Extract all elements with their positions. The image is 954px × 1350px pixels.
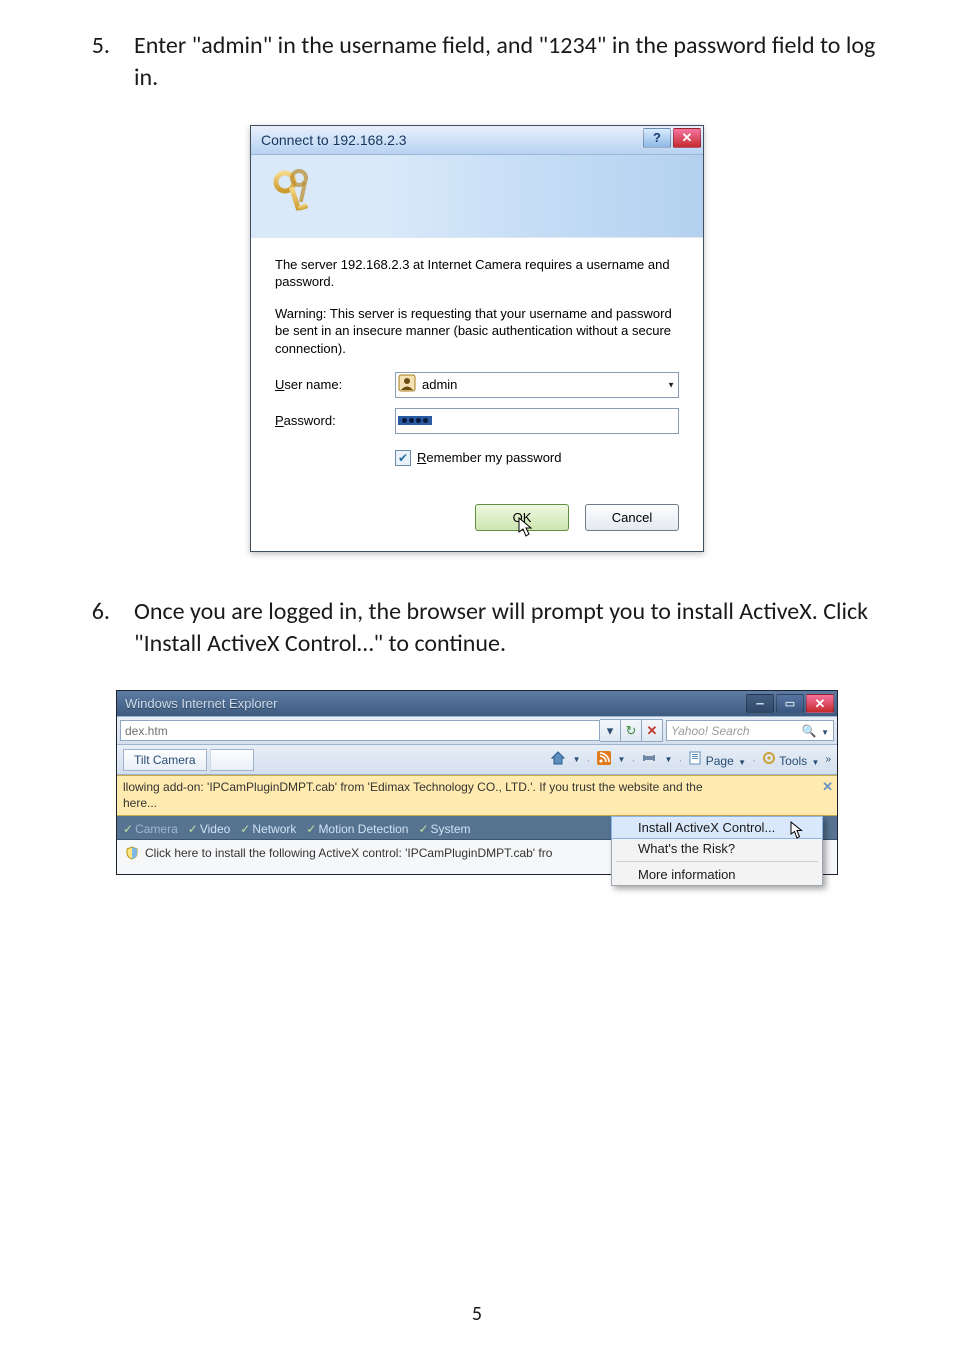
password-input[interactable] bbox=[395, 408, 679, 434]
new-tab-button[interactable] bbox=[210, 749, 254, 771]
step6-number: 6. bbox=[70, 596, 110, 661]
menu-more-information[interactable]: More information bbox=[612, 864, 822, 885]
refresh-button[interactable]: ↻ bbox=[621, 719, 642, 742]
infobar-line1: llowing add-on: 'IPCamPluginDMPT.cab' fr… bbox=[123, 780, 819, 796]
menu-separator bbox=[616, 861, 818, 862]
page-menu[interactable]: Page ▼ bbox=[688, 751, 746, 768]
cancel-button[interactable]: Cancel bbox=[585, 504, 679, 531]
step6-text: Once you are logged in, the browser will… bbox=[134, 596, 884, 661]
click-here-text: Click here to install the following Acti… bbox=[145, 846, 552, 860]
dialog-message-2: Warning: This server is requesting that … bbox=[275, 305, 679, 358]
search-placeholder: Yahoo! Search bbox=[671, 724, 750, 738]
credentials-dialog: Connect to 192.168.2.3 ? ✕ bbox=[250, 125, 704, 552]
toolbar-more[interactable]: » bbox=[825, 754, 831, 765]
close-button[interactable]: ✕ bbox=[673, 128, 701, 148]
ie-title: Windows Internet Explorer bbox=[125, 696, 277, 711]
shield-icon bbox=[125, 846, 139, 860]
infobar-close-icon[interactable]: ✕ bbox=[822, 779, 833, 796]
feeds-icon[interactable] bbox=[597, 751, 611, 768]
ok-button[interactable]: OK bbox=[475, 504, 569, 531]
maximize-button[interactable]: ▭ bbox=[776, 694, 804, 713]
ie-window: Windows Internet Explorer – ▭ ✕ dex.htm … bbox=[116, 690, 838, 875]
password-label: Password: bbox=[275, 413, 395, 428]
tab-motion-detection[interactable]: ✓Motion Detection bbox=[306, 822, 408, 836]
chevron-down-icon[interactable]: ▼ bbox=[821, 728, 829, 737]
step5-text: Enter "admin" in the username field, and… bbox=[134, 30, 884, 95]
dialog-title: Connect to 192.168.2.3 bbox=[261, 132, 407, 148]
print-icon[interactable] bbox=[641, 751, 657, 768]
chevron-down-icon[interactable]: ▼ bbox=[667, 380, 675, 389]
activex-info-bar[interactable]: llowing add-on: 'IPCamPluginDMPT.cab' fr… bbox=[117, 775, 837, 816]
keys-icon bbox=[265, 166, 321, 225]
remember-checkbox[interactable]: ✔ bbox=[395, 450, 411, 466]
menu-whats-the-risk[interactable]: What's the Risk? bbox=[612, 838, 822, 859]
gear-icon bbox=[762, 754, 779, 768]
remember-label: Remember my password bbox=[417, 450, 562, 465]
stop-button[interactable]: ✕ bbox=[642, 719, 663, 742]
infobar-line2: here... bbox=[123, 796, 819, 812]
username-label: User name: bbox=[275, 377, 395, 392]
address-bar[interactable]: dex.htm bbox=[120, 720, 600, 741]
menu-install-activex[interactable]: Install ActiveX Control... bbox=[611, 816, 823, 839]
username-value: admin bbox=[422, 377, 457, 392]
tools-menu[interactable]: Tools ▼ bbox=[762, 751, 819, 768]
tab-video[interactable]: ✓Video bbox=[188, 822, 231, 836]
user-icon bbox=[398, 374, 416, 395]
password-value-masked bbox=[398, 416, 432, 425]
home-icon[interactable] bbox=[550, 750, 566, 769]
step5-number: 5. bbox=[70, 30, 110, 95]
tab-system[interactable]: ✓System bbox=[418, 822, 470, 836]
infobar-context-menu: Install ActiveX Control... What's the Ri… bbox=[611, 816, 823, 886]
page-icon bbox=[688, 754, 705, 768]
cursor-icon bbox=[518, 517, 534, 542]
search-input[interactable]: Yahoo! Search 🔍 ▼ bbox=[666, 720, 834, 741]
search-icon[interactable]: 🔍 bbox=[802, 724, 817, 738]
minimize-button[interactable]: – bbox=[746, 694, 774, 713]
username-input[interactable]: admin ▼ bbox=[395, 372, 679, 398]
ie-close-button[interactable]: ✕ bbox=[806, 694, 834, 713]
tab-network[interactable]: ✓Network bbox=[240, 822, 296, 836]
page-number: 5 bbox=[0, 1302, 954, 1326]
browser-tab[interactable]: Tilt Camera bbox=[123, 749, 207, 771]
dialog-message-1: The server 192.168.2.3 at Internet Camer… bbox=[275, 256, 679, 291]
address-dropdown-icon[interactable]: ▾ bbox=[600, 719, 621, 742]
help-button[interactable]: ? bbox=[643, 128, 671, 148]
tab-camera[interactable]: ✓Camera bbox=[123, 822, 178, 836]
